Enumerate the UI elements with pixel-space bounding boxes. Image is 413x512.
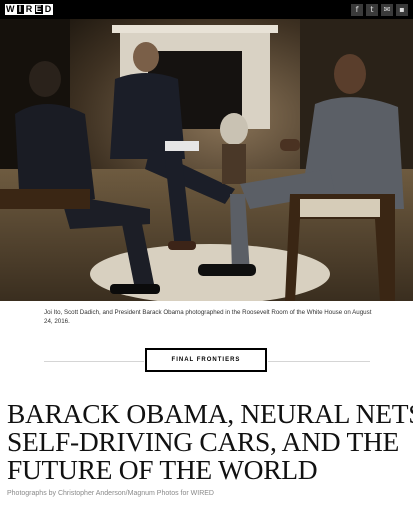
article-headline: BARACK OBAMA, NEURAL NETS, SELF-DRIVING … [7, 398, 413, 485]
email-icon[interactable]: ✉ [381, 3, 393, 16]
logo-letter: R [24, 4, 34, 15]
headline-line: SELF-DRIVING CARS, AND THE [7, 426, 399, 457]
hero-photo [0, 19, 413, 301]
logo-letter: I [15, 4, 25, 15]
divider-right [268, 361, 370, 362]
social-share-bar: f t ✉ ▪ [351, 3, 408, 16]
comment-icon[interactable]: ▪ [396, 3, 408, 16]
twitter-icon[interactable]: t [366, 3, 378, 16]
section-tag-button[interactable]: FINAL FRONTIERS [145, 348, 267, 372]
photo-credit: Photographs by Christopher Anderson/Magn… [7, 490, 214, 497]
hero-photo-illustration [0, 19, 413, 301]
headline-line: BARACK OBAMA, NEURAL NETS, [7, 398, 413, 429]
wired-logo[interactable]: W I R E D [5, 4, 53, 15]
logo-letter: D [43, 4, 53, 15]
divider-left [44, 361, 144, 362]
logo-letter: W [5, 4, 16, 15]
logo-letter: E [33, 4, 44, 15]
headline-line: FUTURE OF THE WORLD [7, 454, 318, 485]
top-bar: W I R E D f t ✉ ▪ [0, 0, 413, 19]
photo-caption: Joi Ito, Scott Dadich, and President Bar… [44, 309, 372, 325]
facebook-icon[interactable]: f [351, 3, 363, 16]
